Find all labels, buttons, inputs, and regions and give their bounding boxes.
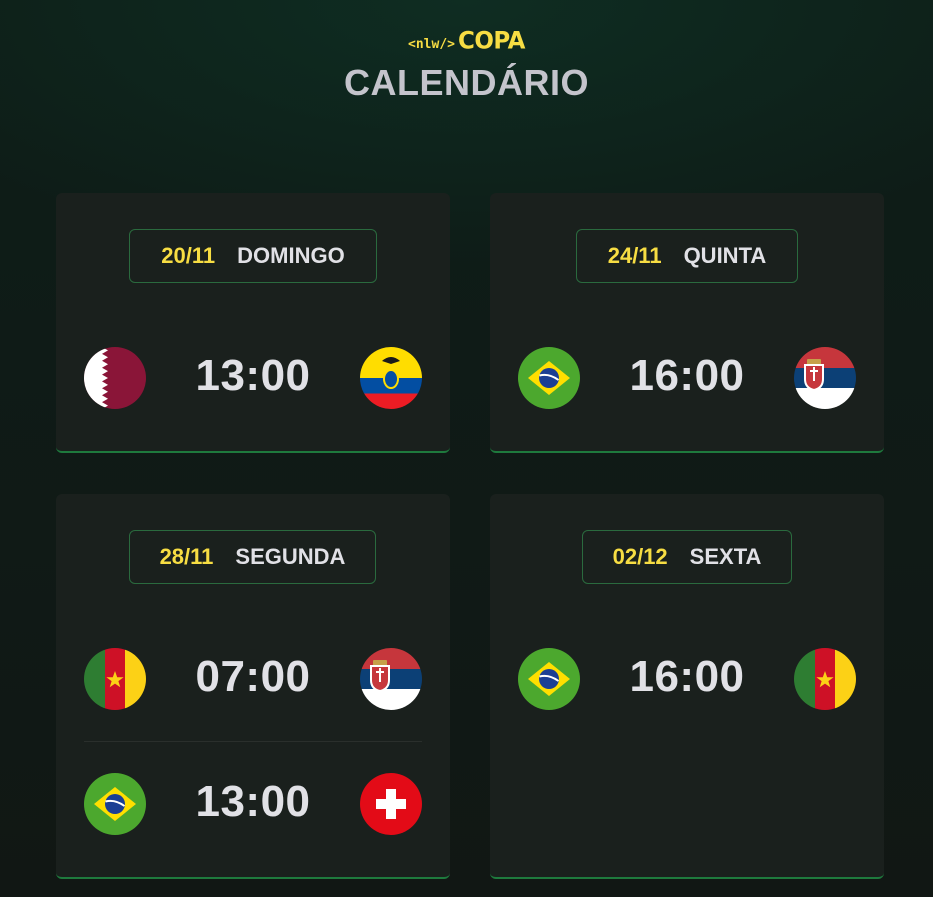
match-row: 13:00: [84, 773, 422, 837]
match-row: 16:00: [518, 648, 856, 712]
date-badge: 28/11 SEGUNDA: [129, 530, 376, 584]
date-number: 28/11: [159, 544, 214, 569]
header: <nlw/> COPA CALENDÁRIO: [0, 27, 933, 104]
weekday: SEGUNDA: [235, 544, 346, 569]
match-row: 07:00: [84, 648, 422, 712]
date-number: 20/11: [161, 243, 216, 268]
match-day-card: 24/11 QUINTA 16:00: [490, 193, 884, 453]
ecuador-flag-icon: [360, 347, 422, 409]
weekday: QUINTA: [683, 243, 767, 268]
match-divider: [84, 741, 422, 742]
date-number: 02/12: [612, 544, 668, 569]
cameroon-flag-icon: [794, 648, 856, 710]
date-number: 24/11: [607, 243, 662, 268]
match-row: 16:00: [518, 347, 856, 411]
date-badge: 02/12 SEXTA: [582, 530, 792, 584]
match-day-card: 02/12 SEXTA 16:00: [490, 494, 884, 879]
logo-text: COPA: [457, 27, 525, 55]
date-badge: 20/11 DOMINGO: [129, 229, 377, 283]
logo-tag: <nlw/>: [408, 37, 455, 52]
match-day-card: 28/11 SEGUNDA 07:00 13:00: [56, 494, 450, 879]
date-badge: 24/11 QUINTA: [576, 229, 798, 283]
nlw-copa-logo: <nlw/> COPA: [408, 27, 525, 55]
serbia-flag-icon: [794, 347, 856, 409]
match-row: 13:00: [84, 347, 422, 411]
page-title: CALENDÁRIO: [344, 62, 589, 103]
match-day-card: 20/11 DOMINGO 13:00: [56, 193, 450, 453]
switzerland-flag-icon: [360, 773, 422, 835]
serbia-flag-icon: [360, 648, 422, 710]
weekday: DOMINGO: [237, 243, 345, 268]
weekday: SEXTA: [689, 544, 762, 569]
